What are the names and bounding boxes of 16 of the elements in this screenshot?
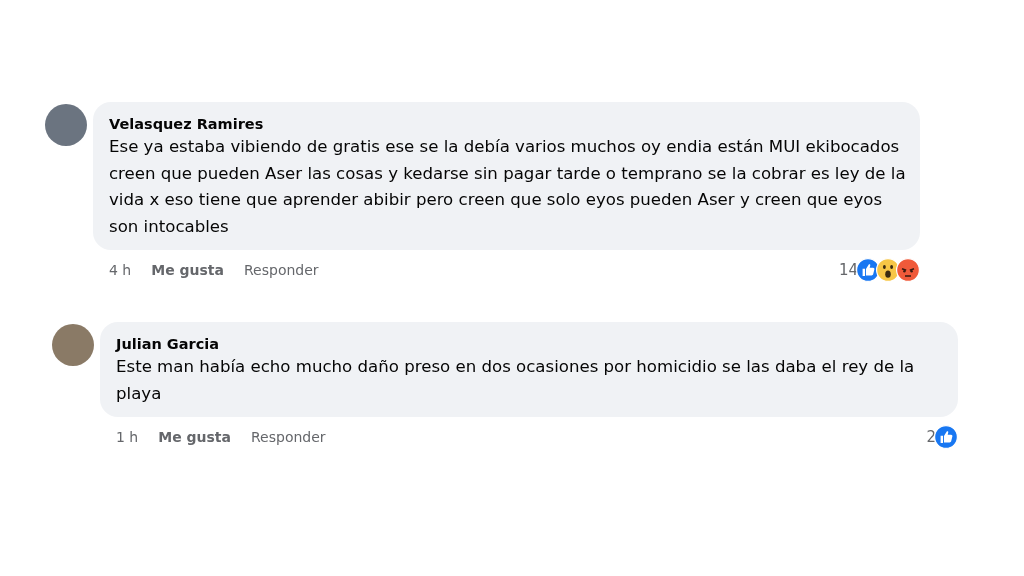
- comment-text: Este man había echo mucho daño preso en dos ocasiones por homicidio se las daba el rey de la playa: [116, 356, 916, 405]
- reply-link[interactable]: Responder: [244, 262, 319, 278]
- angry-face-icon: [896, 258, 920, 282]
- thumbs-up-icon: [934, 425, 958, 449]
- reply-link[interactable]: Responder: [251, 429, 326, 445]
- like-link[interactable]: Me gusta: [151, 262, 224, 278]
- reaction-count[interactable]: 14: [838, 261, 858, 279]
- comment-time[interactable]: 1 h: [116, 429, 139, 445]
- avatar-photo-placeholder[interactable]: [52, 324, 94, 366]
- author-name[interactable]: Julian Garcia: [116, 334, 944, 354]
- author-name[interactable]: Velasquez Ramires: [109, 114, 906, 134]
- reaction-count[interactable]: 2: [926, 428, 936, 446]
- comment-text: Ese ya estaba vibiendo de gratis ese se la debía varios muchos oy endia están MUI ekibocados creen que pueden Aser las cosas y kedarse sin pagar tarde o temprano se la cobrar es ley de la vida x eso tiene que aprender abibir pero creen que solo eyos pueden Aser y creen que eyos son intocables: [109, 136, 906, 238]
- comment-time[interactable]: 4 h: [109, 262, 132, 278]
- avatar-photo-placeholder[interactable]: [45, 104, 87, 146]
- like-link[interactable]: Me gusta: [158, 429, 231, 445]
